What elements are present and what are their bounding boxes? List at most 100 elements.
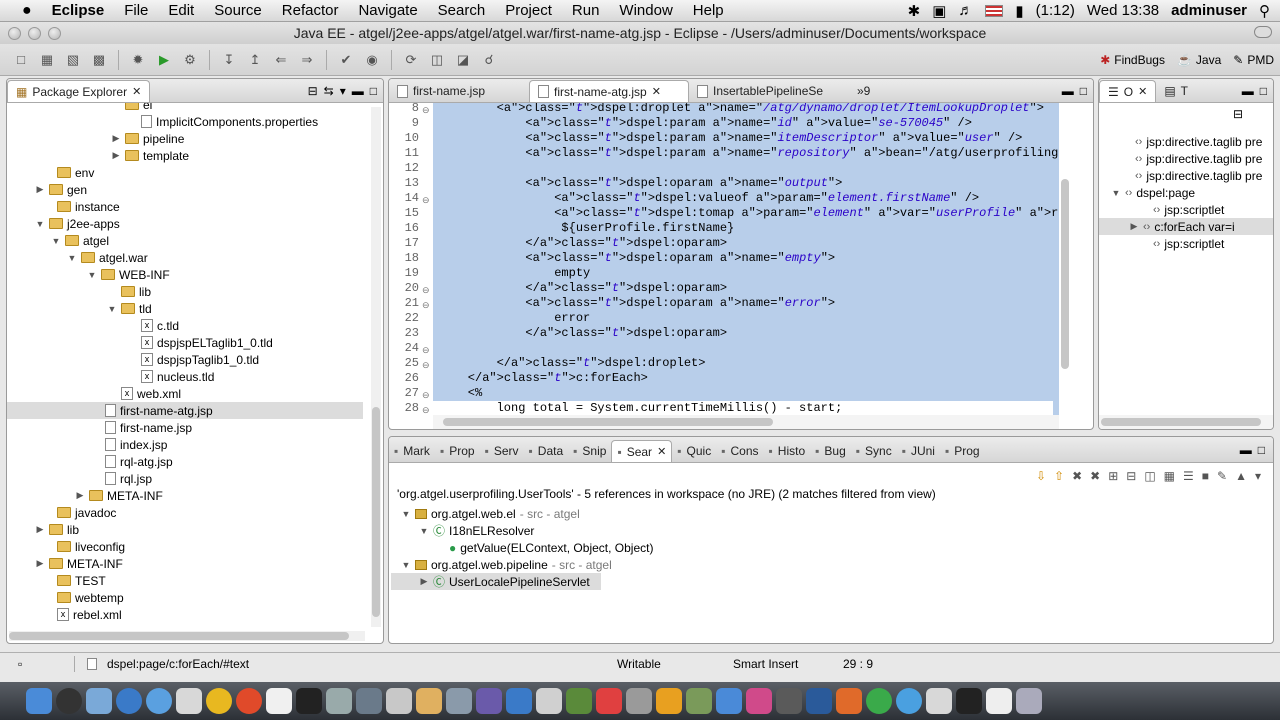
dock-app-icon[interactable] xyxy=(416,688,442,714)
open-folder-icon[interactable]: ◫ xyxy=(426,50,448,70)
close-icon[interactable]: ✕ xyxy=(652,85,661,98)
expand-all-icon[interactable]: ⊞ xyxy=(1108,469,1118,483)
editor-tab-first-name-atg[interactable]: first-name-atg.jsp ✕ xyxy=(529,80,689,102)
code-line[interactable]: </a">class="t">dspel:droplet> xyxy=(433,356,706,371)
tree-item[interactable]: ▶ META-INF xyxy=(75,487,163,504)
view-menu-icon[interactable]: ▾ xyxy=(340,84,346,98)
editor-tab-first-name[interactable]: first-name.jsp xyxy=(389,80,529,102)
tree-item[interactable]: index.jsp xyxy=(91,436,167,453)
editor-scrollbar-thumb[interactable] xyxy=(1061,179,1069,369)
code-line[interactable]: <a">class="t">dspel:oparam a">name="outp… xyxy=(433,176,842,191)
tree-item[interactable]: rql.jsp xyxy=(91,470,152,487)
fold-icon[interactable]: ⊖ xyxy=(422,390,430,401)
menu-search[interactable]: Search xyxy=(428,2,496,19)
collapsed-twisty-icon[interactable]: ▶ xyxy=(35,558,45,569)
dock-app-icon[interactable] xyxy=(266,688,292,714)
dock-dashboard-icon[interactable] xyxy=(56,688,82,714)
pin-view-icon[interactable]: ▲ xyxy=(1235,469,1247,483)
tree-item[interactable]: first-name.jsp xyxy=(91,419,192,436)
tree-item[interactable]: x web.xml xyxy=(107,385,181,402)
code-line[interactable]: error xyxy=(433,311,590,326)
maximize-view-icon[interactable]: □ xyxy=(1080,84,1087,98)
menubar-clock[interactable]: Wed 13:38 xyxy=(1087,2,1159,19)
code-line[interactable] xyxy=(433,161,439,176)
dock-app-icon[interactable] xyxy=(866,688,892,714)
menu-navigate[interactable]: Navigate xyxy=(348,2,427,19)
dock-app-icon[interactable] xyxy=(686,688,712,714)
tab-package-explorer[interactable]: ▦ Package Explorer ✕ xyxy=(7,80,151,102)
tree-item[interactable]: ▶ META-INF xyxy=(35,555,123,572)
twisty-icon[interactable]: ▼ xyxy=(419,526,429,536)
tree-item[interactable]: ▼ j2ee-apps xyxy=(35,215,120,232)
outline-collapse-icon[interactable]: ⊟ xyxy=(1233,107,1243,121)
cancel-search-icon[interactable]: ■ xyxy=(1202,469,1209,483)
code-line[interactable]: <a">class="t">dspel:param a">name="id" a… xyxy=(433,116,972,131)
fold-icon[interactable]: ⊖ xyxy=(422,345,430,356)
code-line[interactable]: </a">class="t">dspel:oparam> xyxy=(433,236,727,251)
dock-app-icon[interactable] xyxy=(506,688,532,714)
fold-icon[interactable]: ⊖ xyxy=(422,300,430,311)
tree-item[interactable]: webtemp xyxy=(43,589,124,606)
outline-item[interactable]: ▶ ‹› c:forEach var=i xyxy=(1099,218,1273,235)
display-icon[interactable]: ▣ xyxy=(932,2,946,20)
dock-app-icon[interactable] xyxy=(446,688,472,714)
close-window-icon[interactable] xyxy=(8,27,21,40)
globe-icon[interactable]: ◉ xyxy=(361,50,383,70)
editor-hscrollbar-thumb[interactable] xyxy=(443,418,773,426)
dock-itunes-icon[interactable] xyxy=(146,688,172,714)
menu-file[interactable]: File xyxy=(114,2,158,19)
collapsed-twisty-icon[interactable]: ▶ xyxy=(111,133,121,144)
tree-item[interactable]: ▼ atgel.war xyxy=(67,249,148,266)
dock-app-icon[interactable] xyxy=(656,688,682,714)
view-menu-icon[interactable]: ▾ xyxy=(1255,469,1261,483)
tab-data[interactable]: ▪ Data xyxy=(524,440,569,462)
volume-icon[interactable]: ♬ xyxy=(958,2,973,19)
tree-item[interactable]: env xyxy=(43,164,94,181)
collapsed-twisty-icon[interactable]: ▶ xyxy=(111,150,121,161)
minimize-view-icon[interactable]: ▬ xyxy=(1242,84,1254,98)
minimize-view-icon[interactable]: ▬ xyxy=(352,84,364,98)
tree-item[interactable]: x nucleus.tld xyxy=(127,368,214,385)
next-match-icon[interactable]: ⇩ xyxy=(1036,469,1046,483)
editor-hscrollbar[interactable] xyxy=(433,415,1059,429)
code-line[interactable]: </a">class="t">c:forEach> xyxy=(433,371,648,386)
tree-scrollbar-thumb[interactable] xyxy=(372,407,380,617)
save-icon[interactable]: ▦ xyxy=(36,50,58,70)
search-result-item[interactable]: ▼ Ⓒ I18nELResolver xyxy=(419,522,538,539)
forward-icon[interactable]: ⇒ xyxy=(296,50,318,70)
menu-source[interactable]: Source xyxy=(204,2,272,19)
tree-item[interactable]: x c.tld xyxy=(127,317,179,334)
dock-mail-icon[interactable] xyxy=(86,688,112,714)
code-line[interactable]: <a">class="t">dspel:droplet a">name="/at… xyxy=(433,103,1044,116)
toolbar-toggle-icon[interactable] xyxy=(1254,26,1272,38)
tab-bookmark[interactable]: ▪ Mark xyxy=(389,440,435,462)
external-tools-icon[interactable]: ⚙ xyxy=(179,50,201,70)
code-line[interactable] xyxy=(433,341,439,356)
tab-task-list[interactable]: ▤ T xyxy=(1156,80,1196,102)
editor-tab-insertable[interactable]: InsertablePipelineSe xyxy=(689,80,849,102)
remove-all-matches-icon[interactable]: ✖ xyxy=(1090,469,1100,483)
run-icon[interactable]: ▶ xyxy=(153,50,175,70)
tree-item[interactable]: ImplicitComponents.properties xyxy=(127,113,318,130)
tree-item[interactable]: TEST xyxy=(43,572,106,589)
tree-item[interactable]: x dspjspELTaglib1_0.tld xyxy=(127,334,273,351)
battery-icon[interactable]: ▮ xyxy=(1015,2,1023,20)
tab-outline[interactable]: ☰ O ✕ xyxy=(1099,80,1157,102)
dock-safari-icon[interactable] xyxy=(116,688,142,714)
twisty-icon[interactable]: ▼ xyxy=(401,509,411,519)
outline-item[interactable]: ▼ ‹› dspel:page xyxy=(1111,184,1196,201)
search-result-item[interactable]: ▼ org.atgel.web.pipeline - src - atgel xyxy=(401,556,612,573)
perspective-pmd[interactable]: ✎ PMD xyxy=(1227,53,1280,67)
editor-tab-overflow[interactable]: »9 xyxy=(849,80,878,102)
dock-terminal-icon[interactable] xyxy=(296,688,322,714)
tab-bug[interactable]: ▪ Bug xyxy=(810,440,851,462)
tree-item[interactable]: el xyxy=(111,103,152,113)
minimize-view-icon[interactable]: ▬ xyxy=(1240,443,1252,457)
tab-quick[interactable]: ▪ Quic xyxy=(672,440,716,462)
dock-app-icon[interactable] xyxy=(626,688,652,714)
outline-item[interactable]: ‹› jsp:directive.taglib pre xyxy=(1121,133,1262,150)
tree-item[interactable]: ▼ atgel xyxy=(51,232,110,249)
tab-console[interactable]: ▪ Cons xyxy=(716,440,763,462)
tree-item[interactable]: ▼ WEB-INF xyxy=(87,266,170,283)
tab-properties[interactable]: ▪ Prop xyxy=(435,440,480,462)
